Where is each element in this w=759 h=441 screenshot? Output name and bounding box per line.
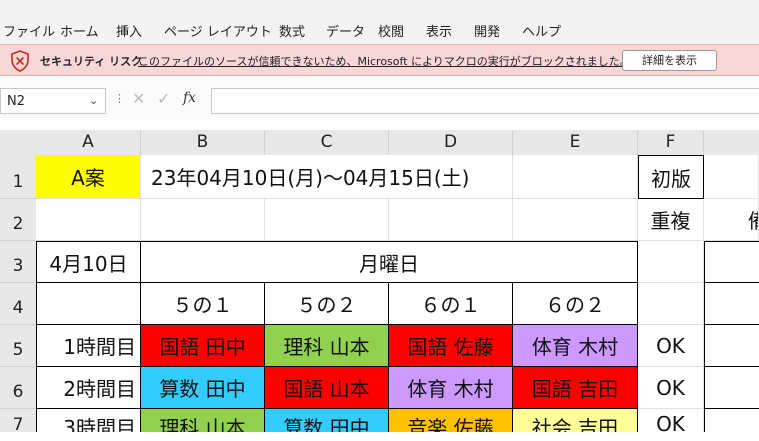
- cell-b5[interactable]: 国語 田中: [141, 325, 265, 367]
- cell-d5[interactable]: 国語 佐藤: [389, 325, 513, 367]
- cell-c4[interactable]: ５の２: [265, 283, 389, 325]
- cell-e5[interactable]: 体育 木村: [513, 325, 638, 367]
- column-header-f[interactable]: F: [638, 130, 704, 155]
- cell-d6[interactable]: 体育 木村: [389, 367, 513, 409]
- cell-c2[interactable]: [265, 199, 389, 241]
- row-header-5[interactable]: 5: [0, 325, 36, 367]
- cell-c5[interactable]: 理科 山本: [265, 325, 389, 367]
- cell-d4[interactable]: ６の１: [389, 283, 513, 325]
- column-header-d[interactable]: D: [389, 130, 513, 155]
- cell-f6[interactable]: OK: [638, 367, 704, 409]
- cell-a7[interactable]: 3時間目: [36, 409, 141, 432]
- cell-b7[interactable]: 理科 山本: [141, 409, 265, 432]
- cell-b2[interactable]: [141, 199, 265, 241]
- cell-a3[interactable]: 4月10日: [36, 241, 141, 283]
- cell-e4[interactable]: ６の２: [513, 283, 638, 325]
- cell-b1[interactable]: 23年04月10日(月)～04月15日(土): [141, 155, 513, 199]
- cell-d2[interactable]: [389, 199, 513, 241]
- cell-e1[interactable]: [513, 155, 638, 199]
- row-header-3[interactable]: 3: [0, 241, 36, 283]
- cell-c7[interactable]: 算数 田中: [265, 409, 389, 432]
- cell-g6[interactable]: [704, 367, 759, 409]
- cell-g2[interactable]: 備: [704, 199, 759, 241]
- cell-g4[interactable]: [704, 283, 759, 325]
- cell-f3[interactable]: [638, 241, 704, 283]
- column-header-b[interactable]: B: [141, 130, 265, 155]
- row-header-6[interactable]: 6: [0, 367, 36, 409]
- cell-c6[interactable]: 国語 山本: [265, 367, 389, 409]
- column-header-c[interactable]: C: [265, 130, 389, 155]
- cell-a1[interactable]: A案: [36, 155, 141, 199]
- cell-d7[interactable]: 音楽 佐藤: [389, 409, 513, 432]
- cell-b4[interactable]: ５の１: [141, 283, 265, 325]
- row-header-7[interactable]: 7: [0, 409, 36, 435]
- cell-f7[interactable]: OK: [638, 409, 704, 432]
- cell-a6[interactable]: 2時間目: [36, 367, 141, 409]
- cell-g3[interactable]: [704, 241, 759, 283]
- column-header-g[interactable]: [704, 130, 759, 155]
- cell-e7[interactable]: 社会 吉田: [513, 409, 638, 432]
- cell-a5[interactable]: 1時間目: [36, 325, 141, 367]
- column-header-e[interactable]: E: [513, 130, 638, 155]
- cell-g1[interactable]: [704, 155, 759, 199]
- cell-f1[interactable]: 初版: [638, 155, 704, 199]
- cell-b6[interactable]: 算数 田中: [141, 367, 265, 409]
- row-header-4[interactable]: 4: [0, 283, 36, 325]
- column-header-a[interactable]: A: [36, 130, 141, 155]
- cell-a4[interactable]: [36, 283, 141, 325]
- cell-g7[interactable]: [704, 409, 759, 432]
- cell-a2[interactable]: [36, 199, 141, 241]
- cell-e6[interactable]: 国語 吉田: [513, 367, 638, 409]
- cell-b3-merged[interactable]: 月曜日: [141, 241, 638, 283]
- cell-e2[interactable]: [513, 199, 638, 241]
- cell-f5[interactable]: OK: [638, 325, 704, 367]
- cell-g5[interactable]: [704, 325, 759, 367]
- cell-f4[interactable]: [638, 283, 704, 325]
- cell-f2[interactable]: 重複: [638, 199, 704, 241]
- select-all-corner[interactable]: [0, 130, 36, 155]
- row-header-2[interactable]: 2: [0, 199, 36, 241]
- row-header-1[interactable]: 1: [0, 155, 36, 199]
- spreadsheet-grid: A B C D E F 1 2 3 4 5 6 7 A案 23年04月10日(月…: [0, 0, 759, 435]
